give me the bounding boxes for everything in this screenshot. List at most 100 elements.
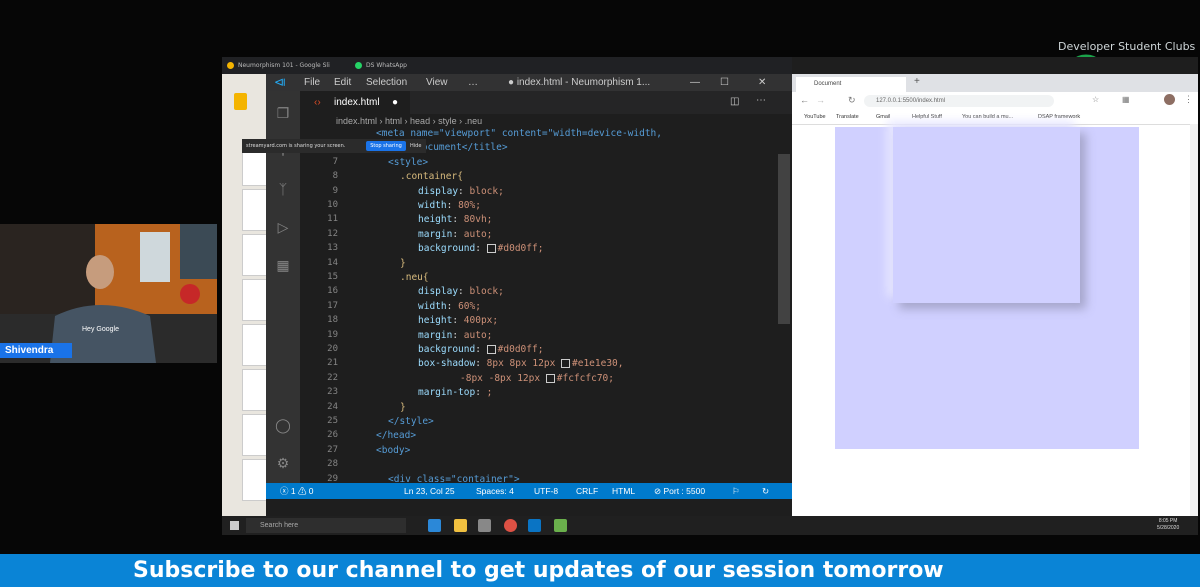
stop-sharing-button[interactable]: Stop sharing bbox=[366, 141, 406, 151]
code-line: .container{ bbox=[400, 171, 463, 183]
window-title: ● index.html - Neumorphism 1... bbox=[508, 77, 651, 88]
app-taskbar-icon[interactable] bbox=[554, 519, 567, 532]
slide-thumbnail[interactable] bbox=[242, 324, 268, 366]
line-number: 7 bbox=[332, 156, 338, 167]
indentation[interactable]: Spaces: 4 bbox=[476, 483, 514, 499]
chrome-tab-slides[interactable]: Neumorphism 101 - Google Sli bbox=[224, 59, 358, 72]
code-line: } bbox=[400, 401, 406, 413]
line-number: 12 bbox=[327, 228, 338, 239]
bookmark-build[interactable]: You can build a mu... bbox=[962, 110, 1013, 124]
chrome-icon[interactable] bbox=[504, 519, 517, 532]
breadcrumb-item[interactable]: style bbox=[438, 116, 457, 126]
code-editor[interactable]: <meta name="viewport" content="width=dev… bbox=[300, 128, 770, 485]
code-line: margin: auto; bbox=[418, 228, 493, 240]
bookmark-youtube[interactable]: YouTube bbox=[804, 110, 826, 124]
code-line: margin: auto; bbox=[418, 329, 493, 341]
line-number: 17 bbox=[327, 300, 338, 311]
browser-toolbar: ← → ↻ 127.0.0.1:5500/index.html ☆ ▦ ⋮ bbox=[792, 92, 1198, 111]
run-debug-icon[interactable]: ▷ bbox=[275, 219, 291, 235]
windows-taskbar: Search here 8:05 PM 5/28/2020 bbox=[222, 516, 1198, 535]
line-number: 20 bbox=[327, 344, 338, 354]
menu-selection[interactable]: Selection bbox=[366, 74, 407, 91]
notifications-icon[interactable]: ↻ bbox=[762, 483, 769, 499]
reload-icon[interactable]: ↻ bbox=[848, 95, 856, 106]
code-line: <meta name="viewport" content="width=dev… bbox=[376, 128, 662, 139]
browser-tab-document[interactable]: Document bbox=[796, 77, 906, 92]
taskbar-clock[interactable]: 8:05 PM 5/28/2020 bbox=[1157, 518, 1179, 532]
maximize-icon[interactable]: ☐ bbox=[720, 74, 729, 91]
menu-file[interactable]: File bbox=[304, 74, 320, 91]
menu-edit[interactable]: Edit bbox=[334, 74, 351, 91]
split-editor-icon[interactable]: ◫ bbox=[730, 96, 739, 107]
editor-scrollbar[interactable] bbox=[778, 154, 790, 324]
code-line: .neu{ bbox=[400, 272, 429, 283]
bookmark-helpful[interactable]: Helpful Stuff bbox=[912, 110, 942, 124]
slide-thumbnail[interactable] bbox=[242, 459, 268, 501]
line-number: 14 bbox=[327, 257, 338, 268]
menu-view[interactable]: View bbox=[426, 74, 448, 91]
cursor-position[interactable]: Ln 23, Col 25 bbox=[404, 483, 455, 499]
line-number: 11 bbox=[327, 214, 338, 225]
slide-thumbnail[interactable] bbox=[242, 414, 268, 456]
extensions-icon[interactable]: ▦ bbox=[275, 257, 291, 273]
edge-icon[interactable] bbox=[428, 519, 441, 532]
line-number: 13 bbox=[327, 243, 338, 254]
menu-more[interactable]: … bbox=[468, 74, 478, 91]
slide-thumbnail[interactable] bbox=[242, 369, 268, 411]
breadcrumb-item[interactable]: html bbox=[385, 116, 402, 126]
browser-scrollbar[interactable] bbox=[1190, 124, 1198, 516]
breadcrumb-item[interactable]: .neu bbox=[465, 116, 483, 126]
close-icon[interactable]: ✕ bbox=[758, 74, 766, 91]
breadcrumb-item[interactable]: index.html bbox=[336, 116, 377, 126]
hide-button[interactable]: Hide bbox=[410, 139, 421, 153]
line-number: 8 bbox=[332, 171, 338, 182]
html-file-icon: ‹› bbox=[314, 97, 321, 108]
unsaved-dot-icon[interactable]: ● bbox=[392, 91, 398, 114]
vscode-taskbar-icon[interactable] bbox=[528, 519, 541, 532]
code-line: </style> bbox=[388, 416, 434, 427]
forward-icon[interactable]: → bbox=[816, 95, 825, 105]
new-tab-icon[interactable]: + bbox=[914, 76, 920, 87]
taskbar-search[interactable]: Search here bbox=[246, 518, 406, 533]
file-explorer-icon[interactable] bbox=[454, 519, 467, 532]
bookmark-gmail[interactable]: Gmail bbox=[876, 110, 890, 124]
address-bar[interactable]: 127.0.0.1:5500/index.html bbox=[864, 95, 1054, 107]
slide-thumbnail[interactable] bbox=[242, 234, 268, 276]
slide-thumbnail[interactable] bbox=[242, 189, 268, 231]
menu-kebab-icon[interactable]: ⋮ bbox=[1184, 94, 1193, 105]
line-ending[interactable]: CRLF bbox=[576, 483, 598, 499]
whatsapp-icon bbox=[355, 62, 362, 69]
encoding[interactable]: UTF-8 bbox=[534, 483, 558, 499]
windows-start-icon[interactable] bbox=[230, 521, 239, 530]
vscode-titlebar: ⧏ File Edit Selection View … ● index.htm… bbox=[266, 74, 792, 91]
language-mode[interactable]: HTML bbox=[612, 483, 635, 499]
line-number: 23 bbox=[327, 387, 338, 398]
code-line: display: block; bbox=[418, 185, 504, 197]
profile-avatar[interactable] bbox=[1164, 94, 1175, 105]
back-icon[interactable]: ← bbox=[800, 95, 809, 105]
more-actions-icon[interactable]: ⋯ bbox=[756, 95, 766, 106]
minimize-icon[interactable]: — bbox=[690, 74, 700, 91]
slide-thumbnail[interactable] bbox=[242, 279, 268, 321]
live-server-port[interactable]: ⊘ Port : 5500 bbox=[654, 483, 705, 499]
code-line: height: 80vh; bbox=[418, 214, 493, 226]
explorer-icon[interactable]: ❐ bbox=[275, 105, 291, 121]
account-icon[interactable]: ◯ bbox=[275, 417, 291, 433]
code-line: display: block; bbox=[418, 286, 504, 298]
line-number: 21 bbox=[327, 358, 338, 369]
feedback-icon[interactable]: ⚐ bbox=[732, 483, 740, 499]
code-line: </head> bbox=[376, 430, 417, 442]
line-number: 26 bbox=[327, 430, 338, 441]
tab-index-html[interactable]: ‹› index.html ● bbox=[300, 91, 410, 114]
store-icon[interactable] bbox=[478, 519, 491, 532]
settings-gear-icon[interactable]: ⚙ bbox=[275, 455, 291, 471]
problems-indicator[interactable]: ⓧ 1 ⚠ 0 bbox=[280, 483, 314, 499]
bookmark-dsap[interactable]: DSAP framework bbox=[1038, 110, 1080, 124]
chrome-tab-whatsapp[interactable]: DS WhatsApp bbox=[352, 59, 456, 72]
extensions-puzzle-icon[interactable]: ▦ bbox=[1122, 95, 1130, 104]
bookmark-translate[interactable]: Translate bbox=[836, 110, 859, 124]
bookmark-star-icon[interactable]: ☆ bbox=[1092, 95, 1099, 104]
breadcrumb-item[interactable]: head bbox=[410, 116, 430, 126]
line-number: 18 bbox=[327, 315, 338, 326]
source-control-icon[interactable]: ᛉ bbox=[275, 181, 291, 197]
